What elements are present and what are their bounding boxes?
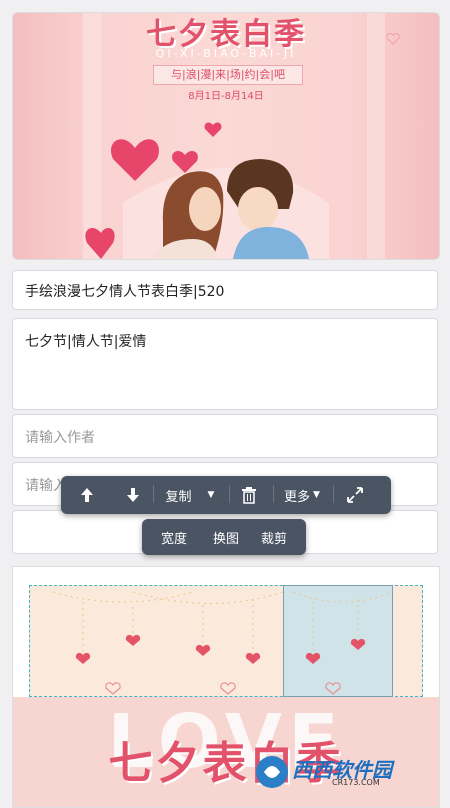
copy-button[interactable]: 复制 ▼ xyxy=(159,476,221,514)
expand-icon xyxy=(347,487,363,503)
copy-label: 复制 xyxy=(165,489,192,505)
more-label: 更多 xyxy=(284,489,311,505)
arrow-up-icon xyxy=(81,488,93,502)
watermark: 西西软件园 CR173.COM xyxy=(252,752,432,792)
move-up-button[interactable] xyxy=(75,476,99,514)
watermark-site: CR173.COM xyxy=(332,778,380,787)
heart-icon xyxy=(172,150,198,173)
site-logo-icon xyxy=(256,756,288,788)
image-toolbar: 宽度 换图 裁剪 xyxy=(142,519,306,555)
width-label: 宽度 xyxy=(160,531,187,547)
edit-toolbar: 复制 ▼ 更多 ▼ xyxy=(61,476,391,514)
divider xyxy=(273,485,274,503)
fullscreen-button[interactable] xyxy=(343,476,367,514)
cover-image[interactable]: 七夕表白季 QI-XI-BIAO-BAI-JI 与|浪|漫|来|场|约|会|吧 … xyxy=(12,12,440,260)
heart-icon xyxy=(85,228,115,259)
couple-illustration xyxy=(85,33,400,259)
replace-label: 换图 xyxy=(212,531,239,547)
arrow-down-icon xyxy=(127,488,139,502)
more-button[interactable]: 更多 ▼ xyxy=(277,476,327,514)
tags-value: 七夕节|情人节|爱情 xyxy=(25,334,147,350)
author-field[interactable]: 请输入作者 xyxy=(12,414,438,458)
crop-label: 裁剪 xyxy=(260,531,287,547)
author-placeholder: 请输入作者 xyxy=(25,430,95,446)
replace-image-button[interactable]: 换图 xyxy=(204,519,248,555)
caret-down-icon: ▼ xyxy=(207,490,215,500)
crop-button[interactable]: 裁剪 xyxy=(252,519,296,555)
width-button[interactable]: 宽度 xyxy=(152,519,196,555)
tags-field[interactable]: 七夕节|情人节|爱情 xyxy=(12,318,438,410)
trash-icon xyxy=(242,486,256,504)
move-down-button[interactable] xyxy=(121,476,145,514)
heart-icon xyxy=(111,139,159,181)
title-value: 手绘浪漫七夕情人节表白季|520 xyxy=(25,284,225,300)
selected-image-frame[interactable] xyxy=(283,585,393,697)
delete-button[interactable] xyxy=(237,476,261,514)
divider xyxy=(153,485,154,503)
caret-down-icon: ▼ xyxy=(313,490,320,500)
divider xyxy=(229,485,230,503)
title-field[interactable]: 手绘浪漫七夕情人节表白季|520 xyxy=(12,270,438,310)
heart-icon xyxy=(204,122,222,137)
divider xyxy=(333,485,334,503)
